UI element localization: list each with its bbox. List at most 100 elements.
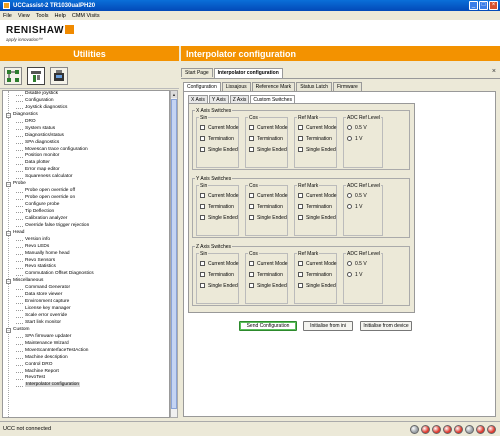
checkbox-box[interactable] bbox=[298, 283, 303, 288]
checkbox-current[interactable]: Current Mode bbox=[200, 192, 239, 199]
tab-y-axis[interactable]: Y Axis bbox=[208, 95, 229, 103]
radio-r1[interactable]: 1 V bbox=[347, 203, 363, 210]
checkbox-box[interactable] bbox=[298, 215, 303, 220]
checkbox-term[interactable]: Termination bbox=[249, 271, 283, 278]
tree-category[interactable]: − Custom bbox=[3, 327, 169, 334]
tree-item[interactable]: Revo LEDs bbox=[3, 244, 169, 251]
checkbox-current[interactable]: Current Mode bbox=[249, 260, 288, 267]
tree-item[interactable]: License key manager bbox=[3, 306, 169, 313]
checkbox-term[interactable]: Termination bbox=[200, 135, 234, 142]
tree-item[interactable]: DRO bbox=[3, 119, 169, 126]
tree-item[interactable]: Squareness calculator bbox=[3, 174, 169, 181]
checkbox-box[interactable] bbox=[298, 136, 303, 141]
checkbox-box[interactable] bbox=[200, 261, 205, 266]
checkbox-box[interactable] bbox=[249, 147, 254, 152]
tree-item[interactable]: Tip Deflection bbox=[3, 209, 169, 216]
tree-item[interactable]: Machine description bbox=[3, 355, 169, 362]
tree-item[interactable]: Interpolator configuration bbox=[3, 382, 169, 389]
checkbox-term[interactable]: Termination bbox=[249, 203, 283, 210]
checkbox-box[interactable] bbox=[200, 204, 205, 209]
tree-item[interactable]: Version info bbox=[3, 237, 169, 244]
checkbox-box[interactable] bbox=[200, 215, 205, 220]
checkbox-single[interactable]: Single Ended bbox=[298, 214, 336, 221]
tab-reference-mark[interactable]: Reference Mark bbox=[251, 82, 296, 91]
radio-circle[interactable] bbox=[347, 193, 352, 198]
close-window-button[interactable]: × bbox=[489, 1, 498, 10]
checkbox-box[interactable] bbox=[249, 125, 254, 130]
checkbox-single[interactable]: Single Ended bbox=[298, 282, 336, 289]
machine-button[interactable] bbox=[50, 67, 68, 85]
checkbox-box[interactable] bbox=[249, 193, 254, 198]
tab-interpolator-configuration[interactable]: Interpolator configuration bbox=[213, 68, 283, 78]
checkbox-term[interactable]: Termination bbox=[200, 203, 234, 210]
checkbox-box[interactable] bbox=[200, 147, 205, 152]
checkbox-single[interactable]: Single Ended bbox=[249, 214, 287, 221]
checkbox-current[interactable]: Current Mode bbox=[298, 124, 337, 131]
checkbox-term[interactable]: Termination bbox=[298, 203, 332, 210]
checkbox-current[interactable]: Current Mode bbox=[249, 192, 288, 199]
checkbox-box[interactable] bbox=[249, 261, 254, 266]
checkbox-box[interactable] bbox=[200, 193, 205, 198]
maximize-button[interactable]: □ bbox=[479, 1, 488, 10]
radio-circle[interactable] bbox=[347, 261, 352, 266]
menu-view[interactable]: View bbox=[18, 13, 30, 19]
checkbox-term[interactable]: Termination bbox=[298, 271, 332, 278]
tree-item[interactable]: Joystick diagnostics bbox=[3, 105, 169, 112]
tree-item[interactable]: Control DRO bbox=[3, 362, 169, 369]
checkbox-term[interactable]: Termination bbox=[200, 271, 234, 278]
checkbox-box[interactable] bbox=[249, 204, 254, 209]
radio-circle[interactable] bbox=[347, 272, 352, 277]
radio-circle[interactable] bbox=[347, 204, 352, 209]
checkbox-single[interactable]: Single Ended bbox=[200, 214, 238, 221]
checkbox-single[interactable]: Single Ended bbox=[298, 146, 336, 153]
tree-item[interactable]: Configure probe bbox=[3, 202, 169, 209]
checkbox-box[interactable] bbox=[298, 272, 303, 277]
tab-firmware[interactable]: Firmware bbox=[332, 82, 362, 91]
scroll-thumb[interactable] bbox=[171, 99, 177, 409]
tree-view-button[interactable] bbox=[4, 67, 22, 85]
tab-start-page[interactable]: Start Page bbox=[181, 68, 213, 77]
checkbox-box[interactable] bbox=[200, 136, 205, 141]
minimize-button[interactable]: _ bbox=[469, 1, 478, 10]
initialise-from-device-button[interactable]: Initialise from device bbox=[360, 321, 412, 331]
collapse-icon[interactable]: − bbox=[6, 279, 11, 285]
tab-status-latch[interactable]: Status Latch bbox=[296, 82, 332, 91]
close-tab-icon[interactable]: × bbox=[492, 68, 496, 75]
tree-item[interactable]: SPA diagnostics bbox=[3, 140, 169, 147]
checkbox-box[interactable] bbox=[200, 283, 205, 288]
tree-item[interactable]: MoveScanInterfaceTestAction bbox=[3, 348, 169, 355]
tab-configuration[interactable]: Configuration bbox=[183, 82, 221, 91]
menu-tools[interactable]: Tools bbox=[36, 13, 49, 19]
checkbox-single[interactable]: Single Ended bbox=[249, 146, 287, 153]
collapse-icon[interactable]: − bbox=[6, 112, 11, 118]
checkbox-current[interactable]: Current Mode bbox=[298, 192, 337, 199]
checkbox-current[interactable]: Current Mode bbox=[200, 124, 239, 131]
checkbox-single[interactable]: Single Ended bbox=[200, 146, 238, 153]
tree-item[interactable]: Probe open override on bbox=[3, 195, 169, 202]
tree-category[interactable]: − Diagnostics bbox=[3, 112, 169, 119]
tree-scrollbar[interactable]: ▲ bbox=[170, 90, 178, 418]
radio-r05[interactable]: 0.5 V bbox=[347, 192, 367, 199]
checkbox-term[interactable]: Termination bbox=[249, 135, 283, 142]
menu-help[interactable]: Help bbox=[55, 13, 66, 19]
tree-item[interactable]: Start link monitor bbox=[3, 320, 169, 327]
radio-r1[interactable]: 1 V bbox=[347, 135, 363, 142]
tree-item[interactable]: Scale error override bbox=[3, 313, 169, 320]
tree-item[interactable]: Calibration analyzer bbox=[3, 216, 169, 223]
radio-circle[interactable] bbox=[347, 125, 352, 130]
tree-item[interactable]: Maintenance Wizard bbox=[3, 341, 169, 348]
scroll-up-icon[interactable]: ▲ bbox=[171, 91, 177, 98]
checkbox-current[interactable]: Current Mode bbox=[200, 260, 239, 267]
checkbox-box[interactable] bbox=[298, 147, 303, 152]
checkbox-single[interactable]: Single Ended bbox=[200, 282, 238, 289]
tree-item[interactable]: Override false trigger rejection bbox=[3, 223, 169, 230]
checkbox-box[interactable] bbox=[200, 125, 205, 130]
tree-item[interactable]: Disable joystick bbox=[3, 91, 169, 98]
checkbox-box[interactable] bbox=[249, 215, 254, 220]
collapse-icon[interactable]: − bbox=[6, 327, 11, 333]
collapse-icon[interactable]: − bbox=[6, 230, 11, 236]
menu-file[interactable]: File bbox=[3, 13, 12, 19]
checkbox-box[interactable] bbox=[298, 261, 303, 266]
tree-item[interactable]: Manually home head bbox=[3, 251, 169, 258]
tab-lissajous[interactable]: Lissajous bbox=[221, 82, 251, 91]
